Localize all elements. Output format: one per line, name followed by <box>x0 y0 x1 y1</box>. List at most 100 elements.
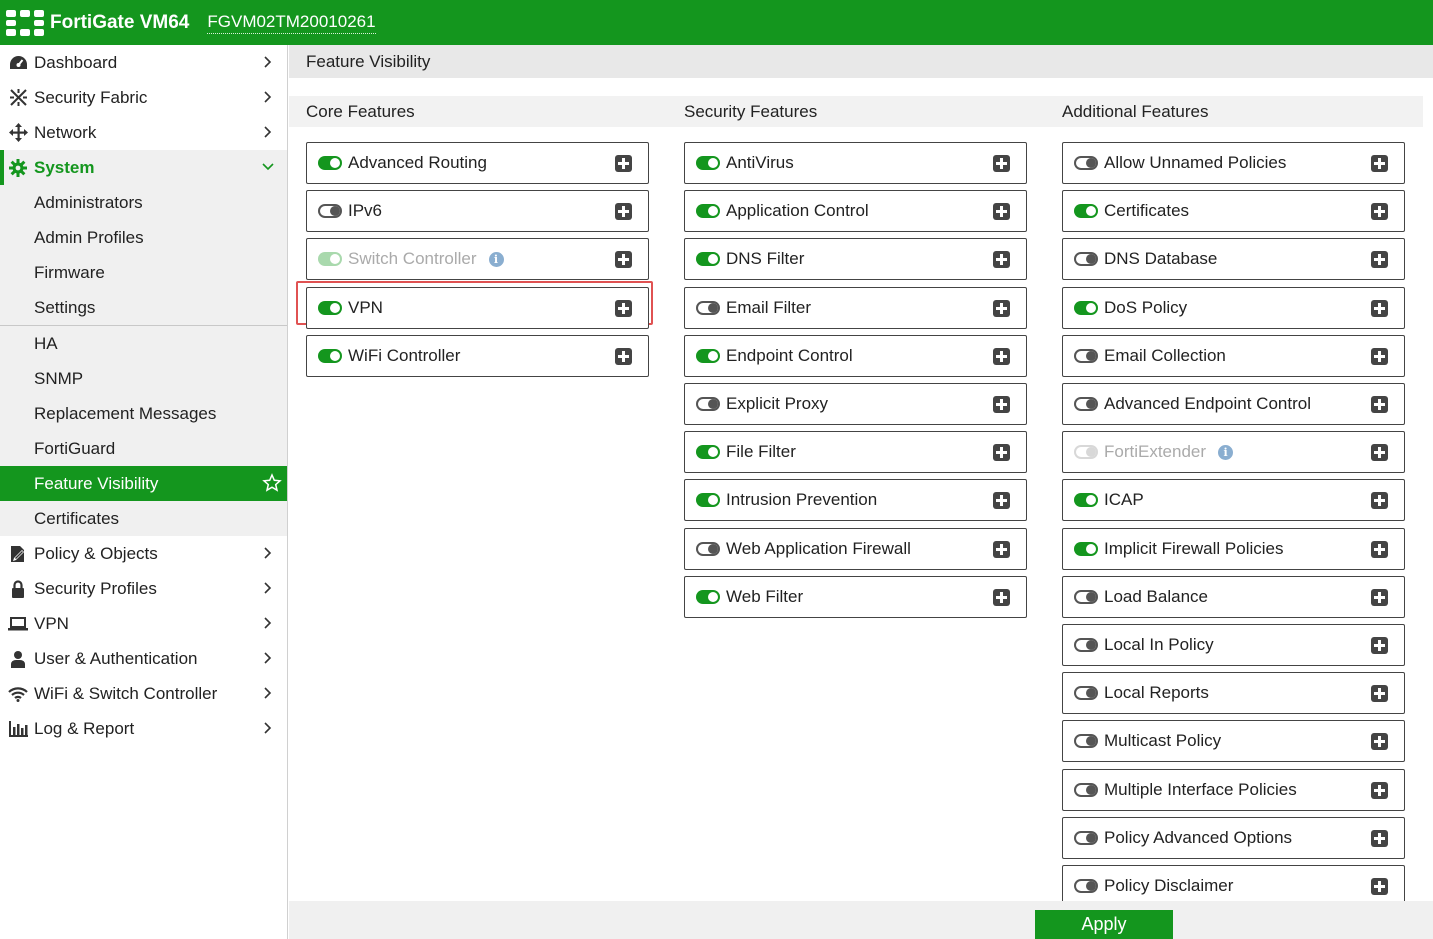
toggle-switch-icon[interactable] <box>1074 493 1098 508</box>
sidebar-item-vpn[interactable]: VPN <box>0 606 287 641</box>
feature-toggle-ipv6[interactable]: IPv6 <box>306 190 649 233</box>
expand-plus-icon[interactable] <box>993 588 1010 606</box>
feature-toggle-web-filter[interactable]: Web Filter <box>684 575 1027 618</box>
feature-toggle-explicit-proxy[interactable]: Explicit Proxy <box>684 383 1027 425</box>
expand-plus-icon[interactable] <box>1371 444 1388 462</box>
toggle-switch-icon[interactable] <box>1074 589 1098 604</box>
expand-plus-icon[interactable] <box>1371 637 1388 654</box>
sidebar-item-network[interactable]: Network <box>0 115 287 150</box>
expand-plus-icon[interactable] <box>993 540 1010 558</box>
expand-plus-icon[interactable] <box>1371 588 1388 606</box>
expand-plus-icon[interactable] <box>993 299 1010 317</box>
toggle-switch-icon[interactable] <box>1074 830 1098 845</box>
toggle-switch-icon[interactable] <box>318 348 342 363</box>
toggle-switch-icon[interactable] <box>1074 348 1098 363</box>
toggle-switch-icon[interactable] <box>318 156 342 170</box>
toggle-switch-icon[interactable] <box>1074 638 1098 652</box>
sidebar-item-dashboard[interactable]: Dashboard <box>0 45 287 80</box>
toggle-switch-icon[interactable] <box>696 397 720 411</box>
toggle-switch-icon[interactable] <box>318 300 342 315</box>
feature-toggle-multicast-policy[interactable]: Multicast Policy <box>1062 720 1405 763</box>
info-icon[interactable]: i <box>488 251 504 267</box>
sidebar-subitem-ha[interactable]: HA <box>0 326 287 361</box>
expand-plus-icon[interactable] <box>993 492 1010 510</box>
sidebar-item-policy-objects[interactable]: Policy & Objects <box>0 536 287 571</box>
sidebar-subitem-administrators[interactable]: Administrators <box>0 185 287 220</box>
toggle-switch-icon[interactable] <box>1074 397 1098 411</box>
feature-toggle-implicit-firewall-policies[interactable]: Implicit Firewall Policies <box>1062 527 1405 570</box>
expand-plus-icon[interactable] <box>993 347 1010 365</box>
sidebar-item-system[interactable]: System <box>0 150 287 185</box>
sidebar-subitem-replacement-messages[interactable]: Replacement Messages <box>0 396 287 431</box>
feature-toggle-email-filter[interactable]: Email Filter <box>684 286 1027 329</box>
toggle-switch-icon[interactable] <box>1074 879 1098 893</box>
toggle-switch-icon[interactable] <box>1074 541 1098 556</box>
toggle-switch-icon[interactable] <box>1074 204 1098 219</box>
expand-plus-icon[interactable] <box>1371 347 1388 365</box>
apply-button[interactable]: Apply <box>1035 910 1173 939</box>
expand-plus-icon[interactable] <box>993 203 1010 221</box>
expand-plus-icon[interactable] <box>615 299 632 317</box>
expand-plus-icon[interactable] <box>993 396 1010 413</box>
expand-plus-icon[interactable] <box>993 251 1010 269</box>
feature-toggle-antivirus[interactable]: AntiVirus <box>684 142 1027 184</box>
toggle-switch-icon[interactable] <box>696 204 720 219</box>
toggle-switch-icon[interactable] <box>696 300 720 315</box>
expand-plus-icon[interactable] <box>1371 540 1388 558</box>
feature-toggle-wifi-controller[interactable]: WiFi Controller <box>306 334 649 377</box>
feature-toggle-certificates[interactable]: Certificates <box>1062 190 1405 233</box>
device-serial-link[interactable]: FGVM02TM20010261 <box>207 12 376 34</box>
sidebar-item-security-fabric[interactable]: Security Fabric <box>0 80 287 115</box>
feature-toggle-web-application-firewall[interactable]: Web Application Firewall <box>684 527 1027 570</box>
toggle-switch-icon[interactable] <box>696 252 720 267</box>
toggle-switch-icon[interactable] <box>1074 156 1098 170</box>
toggle-switch-icon[interactable] <box>696 493 720 508</box>
sidebar-subitem-settings[interactable]: Settings <box>0 290 287 325</box>
feature-toggle-intrusion-prevention[interactable]: Intrusion Prevention <box>684 479 1027 522</box>
expand-plus-icon[interactable] <box>1371 829 1388 847</box>
expand-plus-icon[interactable] <box>1371 299 1388 317</box>
toggle-switch-icon[interactable] <box>1074 300 1098 315</box>
expand-plus-icon[interactable] <box>1371 155 1388 172</box>
sidebar-subitem-fortiguard[interactable]: FortiGuard <box>0 431 287 466</box>
expand-plus-icon[interactable] <box>993 444 1010 462</box>
expand-plus-icon[interactable] <box>1371 396 1388 413</box>
feature-toggle-allow-unnamed-policies[interactable]: Allow Unnamed Policies <box>1062 142 1405 184</box>
toggle-switch-icon[interactable] <box>696 589 720 604</box>
expand-plus-icon[interactable] <box>1371 781 1388 799</box>
sidebar-subitem-feature-visibility[interactable]: Feature Visibility <box>0 466 287 501</box>
expand-plus-icon[interactable] <box>615 155 632 172</box>
feature-toggle-endpoint-control[interactable]: Endpoint Control <box>684 334 1027 377</box>
toggle-switch-icon[interactable] <box>696 156 720 170</box>
toggle-switch-icon[interactable] <box>696 445 720 460</box>
expand-plus-icon[interactable] <box>1371 733 1388 751</box>
feature-toggle-policy-advanced-options[interactable]: Policy Advanced Options <box>1062 816 1405 859</box>
feature-toggle-dos-policy[interactable]: DoS Policy <box>1062 286 1405 329</box>
expand-plus-icon[interactable] <box>1371 251 1388 269</box>
feature-toggle-advanced-routing[interactable]: Advanced Routing <box>306 142 649 184</box>
feature-toggle-dns-database[interactable]: DNS Database <box>1062 238 1405 281</box>
feature-toggle-email-collection[interactable]: Email Collection <box>1062 334 1405 377</box>
feature-toggle-multiple-interface-policies[interactable]: Multiple Interface Policies <box>1062 768 1405 811</box>
feature-toggle-advanced-endpoint-control[interactable]: Advanced Endpoint Control <box>1062 383 1405 425</box>
feature-toggle-local-reports[interactable]: Local Reports <box>1062 672 1405 715</box>
feature-toggle-application-control[interactable]: Application Control <box>684 190 1027 233</box>
feature-toggle-local-in-policy[interactable]: Local In Policy <box>1062 624 1405 666</box>
toggle-switch-icon[interactable] <box>1074 782 1098 797</box>
feature-toggle-icap[interactable]: ICAP <box>1062 479 1405 522</box>
expand-plus-icon[interactable] <box>1371 492 1388 510</box>
toggle-switch-icon[interactable] <box>318 204 342 219</box>
expand-plus-icon[interactable] <box>615 251 632 269</box>
sidebar-item-security-profiles[interactable]: Security Profiles <box>0 571 287 606</box>
toggle-switch-icon[interactable] <box>1074 686 1098 701</box>
toggle-switch-icon[interactable] <box>696 541 720 556</box>
expand-plus-icon[interactable] <box>1371 203 1388 221</box>
feature-toggle-vpn[interactable]: VPN <box>306 286 649 329</box>
sidebar-item-wifi-switch-controller[interactable]: WiFi & Switch Controller <box>0 676 287 711</box>
expand-plus-icon[interactable] <box>615 347 632 365</box>
expand-plus-icon[interactable] <box>615 203 632 221</box>
feature-toggle-file-filter[interactable]: File Filter <box>684 431 1027 474</box>
feature-toggle-dns-filter[interactable]: DNS Filter <box>684 238 1027 281</box>
expand-plus-icon[interactable] <box>993 155 1010 172</box>
sidebar-subitem-certificates[interactable]: Certificates <box>0 501 287 536</box>
